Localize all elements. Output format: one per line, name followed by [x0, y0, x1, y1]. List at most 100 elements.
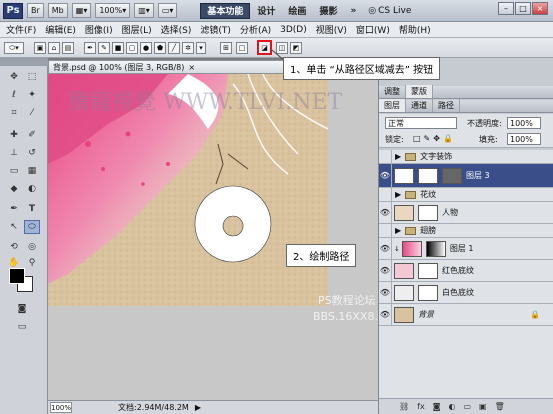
menu-window[interactable]: 窗口(W): [356, 23, 390, 36]
menu-3d[interactable]: 3D(D): [280, 25, 307, 35]
eye-icon[interactable]: 👁: [379, 164, 392, 187]
path-select-icon[interactable]: ↖: [6, 220, 22, 234]
tab-channels[interactable]: 通道: [406, 99, 433, 112]
view-extras-button[interactable]: ▦▾: [71, 3, 92, 18]
fill-pixels-icon[interactable]: ▤: [62, 42, 74, 54]
add-mask-icon[interactable]: ◙: [433, 402, 441, 411]
bridge-button[interactable]: Br: [27, 3, 44, 18]
tool-preset-icon[interactable]: ⬭▾: [4, 42, 24, 54]
link-icon[interactable]: ⛓: [399, 402, 409, 411]
layer-red-texture[interactable]: 👁 红色底纹: [379, 260, 553, 282]
paths-mode-icon[interactable]: ⌂: [48, 42, 60, 54]
visibility-empty-icon[interactable]: [379, 188, 392, 201]
layer-group-wings[interactable]: ▶ 翅膀: [379, 224, 553, 238]
clone-stamp-icon[interactable]: ⊥: [6, 146, 22, 160]
add-to-path-icon[interactable]: ⊞: [220, 42, 232, 54]
maximize-icon[interactable]: □: [515, 2, 531, 15]
tab-layers[interactable]: 图层: [379, 99, 406, 112]
blur-tool-icon[interactable]: ◆: [6, 182, 22, 196]
adjustment-icon[interactable]: ◐: [448, 402, 455, 411]
menu-layer[interactable]: 图层(L): [122, 23, 152, 36]
menu-analysis[interactable]: 分析(A): [240, 23, 271, 36]
pen-tool-icon[interactable]: ✒: [6, 202, 22, 216]
layer-group-text-deco[interactable]: ▶ 文字装饰: [379, 150, 553, 164]
eye-icon[interactable]: 👁: [379, 260, 392, 281]
rounded-rect-icon[interactable]: ▢: [126, 42, 138, 54]
exclude-overlap-icon[interactable]: ◩: [290, 42, 302, 54]
new-layer-icon[interactable]: ▣: [479, 402, 487, 411]
zoom-field[interactable]: 100%: [50, 402, 72, 413]
workspace-painting[interactable]: 绘画: [282, 3, 312, 19]
tab-adjustments[interactable]: 调整: [379, 85, 406, 98]
rectangle-shape-icon[interactable]: ■: [112, 42, 124, 54]
eraser-tool-icon[interactable]: ▭: [6, 164, 22, 178]
workspace-photography[interactable]: 摄影: [313, 3, 343, 19]
canvas-artwork[interactable]: 騰龍視覺 WWW.TLVI.NET PS教程论坛 BBS.16XX8.COM: [48, 74, 378, 400]
close-icon[interactable]: ×: [532, 2, 548, 15]
crop-tool-icon[interactable]: ⌗: [6, 106, 22, 120]
move-tool-icon[interactable]: ✥: [6, 70, 22, 84]
layer-white-texture[interactable]: 👁 白色底纹: [379, 282, 553, 304]
shape-layers-icon[interactable]: ▣: [34, 42, 46, 54]
trash-icon[interactable]: 🗑: [495, 402, 505, 411]
blend-mode-select[interactable]: 正常: [385, 117, 457, 129]
tab-masks[interactable]: 蒙版: [406, 85, 433, 98]
ellipse-shape-icon[interactable]: ●: [140, 42, 152, 54]
menu-edit[interactable]: 编辑(E): [45, 23, 76, 36]
opacity-field[interactable]: 100%: [507, 117, 541, 129]
type-tool-icon[interactable]: T: [24, 202, 40, 216]
quick-mask-icon[interactable]: ◙: [14, 302, 30, 316]
fill-field[interactable]: 100%: [507, 133, 541, 145]
layer-1[interactable]: 👁 ↓ 图层 1: [379, 238, 553, 260]
menu-select[interactable]: 选择(S): [161, 23, 192, 36]
group-arrow-icon[interactable]: ▶: [395, 152, 401, 161]
ellipse-tool-icon[interactable]: ⬭: [24, 220, 40, 234]
custom-shape-icon[interactable]: ✲: [182, 42, 194, 54]
history-brush-icon[interactable]: ↺: [24, 146, 40, 160]
screen-mode-icon[interactable]: ▭: [14, 320, 30, 334]
tab-paths[interactable]: 路径: [433, 99, 460, 112]
line-shape-icon[interactable]: ╱: [168, 42, 180, 54]
zoom-select[interactable]: 100% ▾: [95, 3, 131, 18]
zoom-tool-icon[interactable]: ⚲: [24, 256, 40, 270]
minimize-icon[interactable]: –: [498, 2, 514, 15]
layer-background[interactable]: 👁 背景 🔒: [379, 304, 553, 326]
pen-icon[interactable]: ✒: [84, 42, 96, 54]
healing-brush-icon[interactable]: ✚: [6, 128, 22, 142]
menu-help[interactable]: 帮助(H): [399, 23, 431, 36]
polygon-shape-icon[interactable]: ⬟: [154, 42, 166, 54]
eye-icon[interactable]: 👁: [379, 282, 392, 303]
layer-group-pattern[interactable]: ▶ 花纹: [379, 188, 553, 202]
eyedropper-icon[interactable]: ⁄: [24, 106, 40, 120]
fx-icon[interactable]: fx: [417, 402, 425, 411]
layer-person[interactable]: 👁 人物: [379, 202, 553, 224]
canvas-area[interactable]: 騰龍視覺 WWW.TLVI.NET PS教程论坛 BBS.16XX8.COM: [48, 74, 378, 400]
quick-select-icon[interactable]: ✦: [24, 88, 40, 102]
cs-live[interactable]: ◎ CS Live: [368, 6, 411, 16]
geometry-options-icon[interactable]: ▾: [196, 42, 206, 54]
new-path-area-icon[interactable]: □: [236, 42, 248, 54]
arrange-button[interactable]: ▥▾: [134, 3, 154, 18]
eye-icon[interactable]: 👁: [379, 202, 392, 223]
new-group-icon[interactable]: ▭: [463, 402, 471, 411]
brush-tool-icon[interactable]: ✐: [24, 128, 40, 142]
visibility-empty-icon[interactable]: [379, 150, 392, 163]
foreground-color-swatch[interactable]: [9, 268, 25, 284]
minibridge-button[interactable]: Mb: [47, 3, 68, 18]
lasso-tool-icon[interactable]: ℓ: [6, 88, 22, 102]
lock-icons[interactable]: □✎✥🔒: [413, 134, 456, 143]
visibility-empty-icon[interactable]: [379, 224, 392, 237]
workspace-design[interactable]: 设计: [251, 3, 281, 19]
layer-3[interactable]: 👁 图层 3: [379, 164, 553, 188]
menu-filter[interactable]: 滤镜(T): [200, 23, 231, 36]
group-arrow-icon[interactable]: ▶: [395, 190, 401, 199]
eye-icon[interactable]: 👁: [379, 238, 392, 259]
gradient-tool-icon[interactable]: ▦: [24, 164, 40, 178]
status-arrow-icon[interactable]: ▶: [195, 403, 201, 412]
menu-view[interactable]: 视图(V): [316, 23, 347, 36]
dodge-tool-icon[interactable]: ◐: [24, 182, 40, 196]
workspace-more[interactable]: »: [344, 3, 362, 19]
menu-image[interactable]: 图像(I): [85, 23, 113, 36]
3d-rotate-icon[interactable]: ⟲: [6, 240, 22, 254]
workspace-essentials[interactable]: 基本功能: [200, 2, 251, 19]
